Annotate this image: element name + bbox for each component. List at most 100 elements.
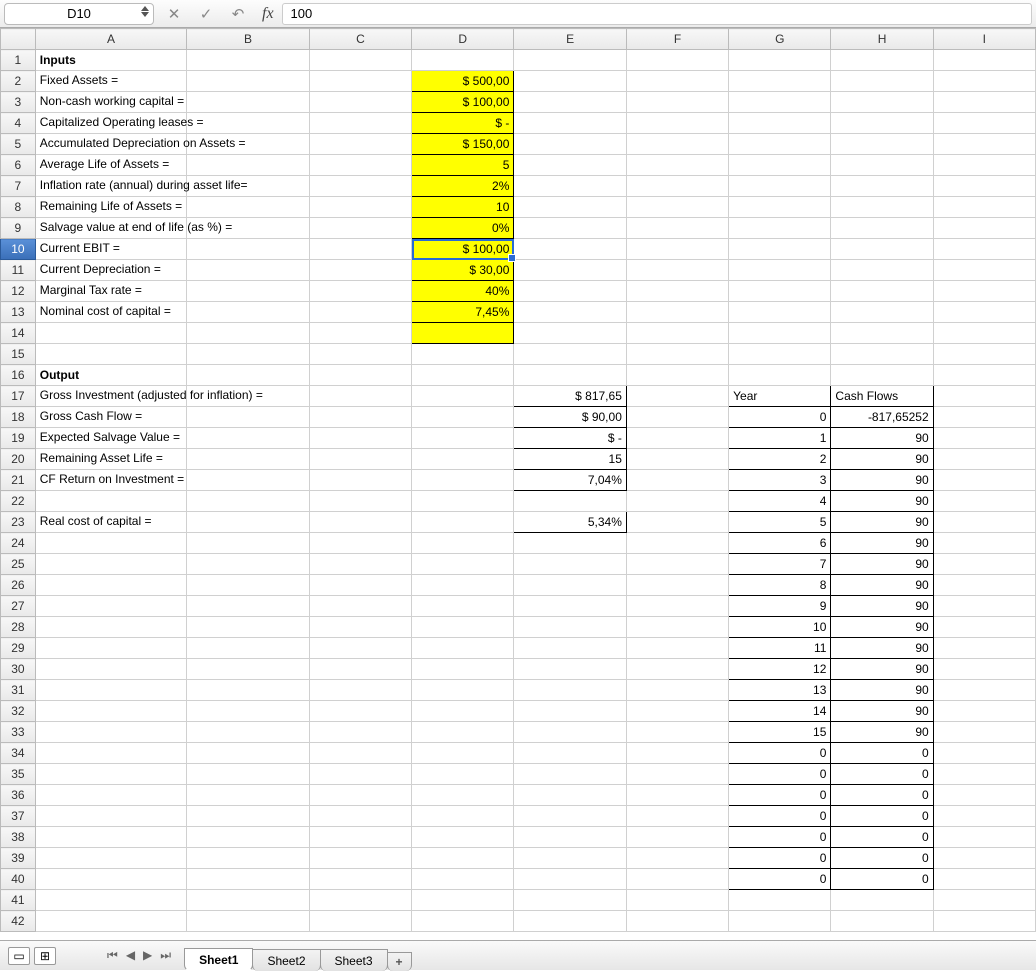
cell[interactable] [412, 806, 514, 827]
cell[interactable] [933, 407, 1035, 428]
cell[interactable] [187, 743, 310, 764]
cf-value[interactable]: 90 [831, 512, 933, 533]
cell[interactable] [626, 428, 728, 449]
cell[interactable] [412, 386, 514, 407]
cell[interactable] [35, 785, 186, 806]
cell[interactable] [35, 869, 186, 890]
cf-year[interactable]: 11 [729, 638, 831, 659]
cell[interactable] [626, 71, 728, 92]
input-value[interactable]: $ - [412, 113, 514, 134]
cell[interactable] [933, 113, 1035, 134]
cell[interactable] [831, 197, 933, 218]
output-value[interactable]: $ 90,00 [514, 407, 627, 428]
row-header-27[interactable]: 27 [1, 596, 36, 617]
cell[interactable] [309, 533, 411, 554]
name-box[interactable]: D10 [4, 3, 154, 25]
cell[interactable] [309, 638, 411, 659]
cell[interactable] [626, 764, 728, 785]
cell[interactable] [626, 617, 728, 638]
cell[interactable] [514, 848, 627, 869]
cell[interactable] [831, 218, 933, 239]
cf-year[interactable]: 6 [729, 533, 831, 554]
cell[interactable] [933, 155, 1035, 176]
cf-value[interactable]: 0 [831, 764, 933, 785]
cf-year[interactable]: 9 [729, 596, 831, 617]
cell[interactable] [626, 239, 728, 260]
cell[interactable] [35, 911, 186, 932]
cf-year[interactable]: 13 [729, 680, 831, 701]
row-header-1[interactable]: 1 [1, 50, 36, 71]
cell[interactable] [933, 428, 1035, 449]
cell[interactable]: Non-cash working capital = [35, 92, 186, 113]
inputs-title[interactable]: Inputs [35, 50, 186, 71]
cf-year[interactable]: 4 [729, 491, 831, 512]
cell[interactable] [412, 533, 514, 554]
cell[interactable] [309, 722, 411, 743]
cell[interactable] [729, 281, 831, 302]
cell[interactable] [933, 386, 1035, 407]
cell[interactable] [729, 218, 831, 239]
cell[interactable] [626, 911, 728, 932]
cell[interactable] [626, 365, 728, 386]
cell[interactable] [514, 638, 627, 659]
cell[interactable] [933, 50, 1035, 71]
cell[interactable] [933, 617, 1035, 638]
cell[interactable] [309, 50, 411, 71]
cell[interactable] [831, 260, 933, 281]
row-header-6[interactable]: 6 [1, 155, 36, 176]
cell[interactable] [514, 176, 627, 197]
cell[interactable] [309, 344, 411, 365]
cf-year[interactable]: 14 [729, 701, 831, 722]
cell[interactable] [626, 281, 728, 302]
cell[interactable] [831, 92, 933, 113]
cell[interactable] [35, 638, 186, 659]
cell[interactable] [626, 218, 728, 239]
cell[interactable] [35, 722, 186, 743]
prev-sheet-icon[interactable]: ◀ [123, 948, 138, 963]
cell[interactable] [933, 701, 1035, 722]
cell[interactable] [309, 197, 411, 218]
output-value[interactable]: $ 817,65 [514, 386, 627, 407]
cell[interactable] [309, 71, 411, 92]
col-header-A[interactable]: A [35, 29, 186, 50]
cell[interactable] [187, 764, 310, 785]
row-header-12[interactable]: 12 [1, 281, 36, 302]
cell[interactable] [626, 113, 728, 134]
cell[interactable] [933, 197, 1035, 218]
cell[interactable] [933, 575, 1035, 596]
cell[interactable] [626, 134, 728, 155]
cell[interactable] [933, 806, 1035, 827]
input-value[interactable]: 10 [412, 197, 514, 218]
cell[interactable] [933, 365, 1035, 386]
row-header-35[interactable]: 35 [1, 764, 36, 785]
cell[interactable] [412, 848, 514, 869]
cell[interactable] [626, 785, 728, 806]
cell[interactable] [309, 449, 411, 470]
row-header-10[interactable]: 10 [1, 239, 36, 260]
cell[interactable] [309, 470, 411, 491]
cf-year[interactable]: 10 [729, 617, 831, 638]
cell[interactable]: Current Depreciation = [35, 260, 186, 281]
cell[interactable] [514, 827, 627, 848]
cell[interactable] [933, 848, 1035, 869]
cell[interactable] [187, 701, 310, 722]
cell[interactable] [514, 743, 627, 764]
cell[interactable] [626, 596, 728, 617]
cf-value[interactable]: 0 [831, 827, 933, 848]
row-header-25[interactable]: 25 [1, 554, 36, 575]
cell[interactable] [626, 848, 728, 869]
cell[interactable] [309, 323, 411, 344]
cf-header-cashflows[interactable]: Cash Flows [831, 386, 933, 407]
cell[interactable] [831, 323, 933, 344]
cell[interactable] [35, 491, 186, 512]
cell[interactable] [35, 533, 186, 554]
cell[interactable] [514, 344, 627, 365]
cell[interactable] [514, 71, 627, 92]
cell[interactable] [412, 470, 514, 491]
cell[interactable]: Real cost of capital = [35, 512, 186, 533]
cell[interactable] [187, 50, 310, 71]
cf-year[interactable]: 3 [729, 470, 831, 491]
cell[interactable] [933, 470, 1035, 491]
cell[interactable] [626, 659, 728, 680]
col-header-H[interactable]: H [831, 29, 933, 50]
